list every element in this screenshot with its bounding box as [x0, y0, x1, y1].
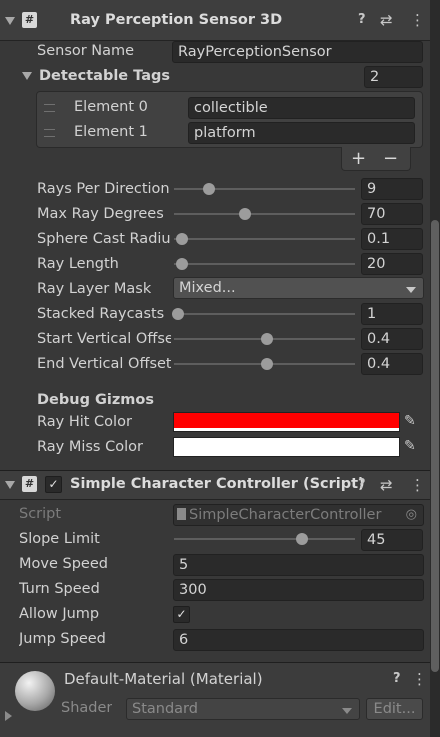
- script-icon: #: [22, 476, 37, 492]
- slope-limit-slider-handle[interactable]: [296, 533, 308, 545]
- component-title: Simple Character Controller (Script): [70, 476, 365, 492]
- element-1-label: Element 1: [74, 124, 148, 140]
- move-speed-label: Move Speed: [19, 556, 108, 572]
- slope-limit-slider-track[interactable]: [174, 538, 355, 540]
- sensor-name-input[interactable]: RayPerceptionSensor: [172, 41, 423, 63]
- object-picker-icon[interactable]: ◎: [406, 505, 417, 525]
- stacked-raycasts-label: Stacked Raycasts: [37, 306, 165, 322]
- script-label: Script: [19, 506, 62, 522]
- ray-length-input[interactable]: 20: [361, 253, 423, 275]
- allow-jump-label: Allow Jump: [19, 606, 100, 622]
- ray-hit-color-label: Ray Hit Color: [37, 414, 132, 430]
- ray-layer-mask-dropdown[interactable]: Mixed...: [173, 277, 424, 299]
- ray-length-slider-handle[interactable]: [176, 258, 188, 270]
- stacked-raycasts-slider-handle[interactable]: [172, 308, 184, 320]
- ray-length-slider-track[interactable]: [174, 263, 355, 265]
- rays-per-direction-input[interactable]: 9: [361, 178, 423, 200]
- slope-limit-input[interactable]: 45: [361, 529, 423, 551]
- turn-speed-label: Turn Speed: [19, 581, 100, 597]
- detectable-tags-label[interactable]: Detectable Tags: [39, 68, 170, 84]
- material-title: Default-Material (Material): [64, 670, 263, 688]
- element-1-input[interactable]: platform: [188, 122, 415, 144]
- ray-length-label: Ray Length: [37, 256, 119, 272]
- script-icon: #: [22, 12, 37, 28]
- end-vertical-offset-input[interactable]: 0.4: [361, 353, 423, 375]
- sphere-cast-radius-input[interactable]: 0.1: [361, 228, 423, 250]
- context-menu-icon[interactable]: ⋮: [410, 476, 425, 494]
- rays-per-direction-slider-track[interactable]: [174, 188, 355, 190]
- end-vertical-offset-label: End Vertical Offset: [37, 356, 171, 372]
- drag-handle-icon[interactable]: [44, 129, 55, 137]
- sensor-name-label: Sensor Name: [37, 43, 135, 59]
- shader-dropdown[interactable]: Standard: [126, 698, 360, 720]
- presets-icon[interactable]: ⇄: [380, 11, 393, 29]
- edit-shader-button[interactable]: Edit...: [366, 698, 423, 720]
- presets-icon[interactable]: ⇄: [380, 476, 393, 494]
- component-title: Ray Perception Sensor 3D: [70, 12, 283, 28]
- csharp-file-icon: [177, 508, 186, 520]
- turn-speed-input[interactable]: 300: [173, 579, 424, 601]
- element-0-input[interactable]: collectible: [188, 97, 415, 119]
- help-icon[interactable]: ?: [358, 12, 366, 27]
- ray-miss-color-swatch[interactable]: [173, 437, 400, 457]
- rays-per-direction-label: Rays Per Direction: [37, 181, 170, 197]
- component-enabled-checkbox[interactable]: ✓: [45, 476, 62, 493]
- max-ray-degrees-input[interactable]: 70: [361, 203, 423, 225]
- scrollbar-thumb[interactable]: [431, 220, 439, 672]
- material-preview-sphere[interactable]: [15, 671, 55, 711]
- eyedropper-icon[interactable]: ✎: [404, 438, 416, 454]
- ray-hit-color-swatch[interactable]: [173, 412, 400, 432]
- start-vertical-offset-slider-handle[interactable]: [261, 333, 273, 345]
- ray-miss-color-label: Ray Miss Color: [37, 439, 143, 455]
- remove-element-button[interactable]: −: [383, 148, 398, 169]
- jump-speed-input[interactable]: 6: [173, 629, 424, 651]
- start-vertical-offset-input[interactable]: 0.4: [361, 328, 423, 350]
- context-menu-icon[interactable]: ⋮: [412, 670, 427, 688]
- chevron-down-icon: [342, 708, 352, 714]
- sphere-cast-radius-slider-handle[interactable]: [176, 233, 188, 245]
- detectable-tags-foldout-icon[interactable]: [22, 72, 32, 80]
- slope-limit-label: Slope Limit: [19, 531, 100, 547]
- edit-shader-label: Edit...: [373, 701, 416, 717]
- shader-label: Shader: [61, 700, 113, 716]
- eyedropper-icon[interactable]: ✎: [404, 413, 416, 429]
- move-speed-input[interactable]: 5: [173, 554, 424, 576]
- help-icon[interactable]: ?: [393, 671, 401, 686]
- end-vertical-offset-slider-handle[interactable]: [261, 358, 273, 370]
- chevron-down-icon: [406, 287, 416, 293]
- max-ray-degrees-label: Max Ray Degrees: [37, 206, 164, 222]
- ray-layer-mask-value: Mixed...: [179, 280, 236, 296]
- debug-gizmos-heading: Debug Gizmos: [37, 392, 155, 408]
- add-element-button[interactable]: +: [351, 148, 366, 169]
- script-object-field[interactable]: SimpleCharacterController ◎: [173, 504, 424, 526]
- rays-per-direction-slider-handle[interactable]: [203, 183, 215, 195]
- foldout-arrow-icon[interactable]: [5, 17, 15, 25]
- stacked-raycasts-input[interactable]: 1: [361, 303, 423, 325]
- alpha-bar: [174, 428, 399, 431]
- element-0-label: Element 0: [74, 99, 148, 115]
- stacked-raycasts-slider-track[interactable]: [174, 313, 355, 315]
- detectable-tags-count-input[interactable]: 2: [364, 66, 423, 88]
- foldout-arrow-icon[interactable]: [5, 481, 15, 489]
- context-menu-icon[interactable]: ⋮: [410, 11, 425, 29]
- ray-sensor-header[interactable]: # Ray Perception Sensor 3D ? ⇄ ⋮: [0, 0, 430, 41]
- sphere-cast-radius-slider-track[interactable]: [174, 238, 355, 240]
- jump-speed-label: Jump Speed: [19, 631, 106, 647]
- script-object-value: SimpleCharacterController: [189, 507, 382, 523]
- char-controller-header[interactable]: # ✓ Simple Character Controller (Script)…: [0, 471, 430, 500]
- max-ray-degrees-slider-track[interactable]: [174, 213, 355, 215]
- ray-layer-mask-label: Ray Layer Mask: [37, 281, 152, 297]
- start-vertical-offset-label: Start Vertical Offse: [37, 331, 171, 347]
- help-icon[interactable]: ?: [358, 477, 366, 492]
- material-foldout-icon[interactable]: [5, 711, 12, 721]
- allow-jump-checkbox[interactable]: ✓: [173, 606, 190, 623]
- max-ray-degrees-slider-handle[interactable]: [239, 208, 251, 220]
- sphere-cast-radius-label: Sphere Cast Radiu: [37, 231, 171, 247]
- shader-value: Standard: [132, 701, 198, 717]
- drag-handle-icon[interactable]: [44, 104, 55, 112]
